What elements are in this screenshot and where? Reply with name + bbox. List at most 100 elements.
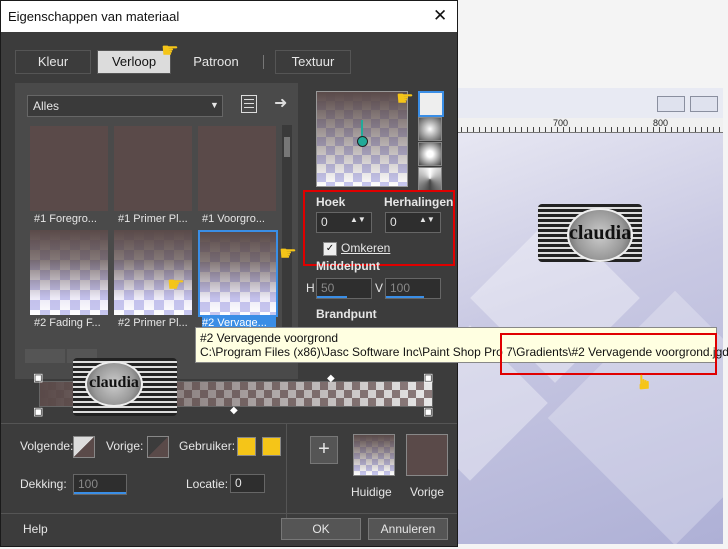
- pointing-hand-icon: ☛: [633, 373, 656, 391]
- v-slider-fill: [386, 296, 424, 298]
- hoek-label: Hoek: [316, 195, 346, 209]
- stop-marker-icon[interactable]: ▣: [423, 405, 433, 418]
- gebruiker-label: Gebruiker:: [179, 439, 236, 453]
- gradient-thumbnail[interactable]: [30, 230, 108, 315]
- locatie-label: Locatie:: [186, 477, 229, 491]
- stop-marker-icon[interactable]: ▣: [423, 371, 433, 384]
- vorige-swatch[interactable]: [147, 436, 169, 458]
- gradient-thumbnail-label: #1 Primer Pl...: [118, 213, 188, 225]
- h-spinbox[interactable]: 50: [316, 278, 372, 299]
- minimize-icon[interactable]: [657, 96, 685, 112]
- volgende-swatch[interactable]: [73, 436, 95, 458]
- v-label: V: [375, 281, 384, 295]
- title-bar: Eigenschappen van materiaal ✕: [1, 1, 457, 32]
- omkeren-label: Omkeren: [341, 241, 391, 255]
- gradient-thumbnail[interactable]: [30, 126, 108, 211]
- vorige-material-label: Vorige: [410, 485, 445, 499]
- watermark-logo-text: claudia: [567, 208, 633, 262]
- material-properties-dialog: Eigenschappen van materiaal ✕ Kleur Verl…: [0, 0, 458, 547]
- midpoint-marker-icon[interactable]: ◆: [230, 405, 238, 416]
- dekking-slider-fill: [74, 492, 126, 494]
- category-dropdown-value: Alles: [33, 99, 60, 113]
- gradient-thumbnail-label: #2 Primer Pl...: [118, 317, 188, 329]
- tab-patroon[interactable]: Patroon: [177, 50, 255, 74]
- gradient-center-point[interactable]: [357, 136, 368, 147]
- hoek-value: 0: [321, 215, 328, 229]
- help-link[interactable]: Help: [23, 522, 48, 536]
- stop-marker-icon[interactable]: ▣: [33, 371, 43, 384]
- scrollbar-thumb[interactable]: [284, 137, 290, 157]
- sunburst-style-button[interactable]: [418, 142, 442, 166]
- ok-button[interactable]: OK: [281, 518, 361, 540]
- dekking-value: 100: [78, 477, 99, 491]
- ruler: [455, 118, 723, 133]
- watermark-logo-text: claudia: [85, 361, 143, 407]
- hoek-spinbox[interactable]: 0 ▲▼: [316, 212, 372, 233]
- gradient-thumbnail[interactable]: [114, 126, 192, 211]
- v-value: 100: [390, 281, 411, 295]
- gradient-thumbnail-label: #2 Fading F...: [34, 317, 101, 329]
- gradient-thumbnail-label: #1 Voorgro...: [202, 213, 265, 225]
- category-dropdown[interactable]: Alles ▼: [27, 95, 223, 117]
- window-title: Eigenschappen van materiaal: [8, 9, 180, 24]
- herhalingen-value: 0: [390, 215, 397, 229]
- arrow-right-icon[interactable]: ➜: [274, 93, 287, 113]
- stop-marker-icon[interactable]: ▣: [33, 405, 43, 418]
- gebruiker-swatch[interactable]: [262, 437, 281, 456]
- h-label: H: [306, 281, 315, 295]
- huidige-swatch[interactable]: [353, 434, 395, 476]
- middelpunt-label: Middelpunt: [316, 259, 380, 273]
- spin-arrows-icon[interactable]: ▲▼: [350, 215, 366, 224]
- herhalingen-spinbox[interactable]: 0 ▲▼: [385, 212, 441, 233]
- pointing-hand-icon: ☛: [167, 274, 185, 296]
- locatie-input[interactable]: 0: [230, 474, 265, 493]
- locatie-value: 0: [235, 476, 242, 490]
- h-slider-fill: [317, 296, 347, 298]
- v-spinbox[interactable]: 100: [385, 278, 441, 299]
- divider: [1, 513, 457, 514]
- small-button[interactable]: [25, 349, 65, 363]
- gebruiker-swatch[interactable]: [237, 437, 256, 456]
- tab-textuur[interactable]: Textuur: [275, 50, 351, 74]
- spin-arrows-icon[interactable]: ▲▼: [419, 215, 435, 224]
- gradient-thumbnail[interactable]: [198, 126, 276, 211]
- tab-kleur[interactable]: Kleur: [15, 50, 91, 74]
- close-icon[interactable]: ✕: [433, 6, 447, 26]
- gradient-thumbnail-selected[interactable]: [198, 230, 278, 317]
- divider: [286, 424, 287, 522]
- tab-verloop[interactable]: Verloop: [97, 50, 171, 74]
- ruler-label: 800: [653, 118, 669, 128]
- radial-style-button[interactable]: [418, 167, 442, 191]
- list-view-icon[interactable]: [241, 95, 257, 113]
- gradient-thumbnail-label: #1 Foregro...: [34, 213, 97, 225]
- linear-style-button[interactable]: [418, 91, 444, 117]
- volgende-label: Volgende:: [20, 439, 74, 453]
- dekking-label: Dekking:: [20, 477, 67, 491]
- annuleren-button[interactable]: Annuleren: [368, 518, 448, 540]
- vorige-label: Vorige:: [106, 439, 144, 453]
- omkeren-checkbox[interactable]: ✓: [323, 242, 337, 256]
- highlight-box: [500, 333, 717, 375]
- maximize-icon[interactable]: [690, 96, 718, 112]
- pointing-hand-icon: ☛: [161, 40, 179, 62]
- add-icon[interactable]: +: [310, 436, 338, 464]
- rectangular-style-button[interactable]: [418, 117, 442, 141]
- ruler-label: 700: [553, 118, 569, 128]
- pointing-hand-icon: ☛: [279, 243, 297, 265]
- dekking-spinbox[interactable]: 100: [73, 474, 127, 495]
- midpoint-marker-icon[interactable]: ◆: [327, 373, 335, 384]
- vorige-material-swatch[interactable]: [406, 434, 448, 476]
- gradient-thumbnail[interactable]: [114, 230, 192, 315]
- tooltip-path-dir: C:\Program Files (x86)\Jasc Software Inc…: [200, 345, 517, 359]
- brandpunt-label: Brandpunt: [316, 307, 377, 321]
- gradient-preview[interactable]: [316, 91, 408, 187]
- herhalingen-label: Herhalingen: [384, 195, 454, 209]
- background-canvas: [455, 88, 723, 544]
- tab-divider: [263, 55, 264, 69]
- huidige-label: Huidige: [351, 485, 392, 499]
- h-value: 50: [321, 281, 335, 295]
- scrollbar[interactable]: [282, 125, 292, 331]
- divider: [1, 423, 457, 424]
- chevron-down-icon: ▼: [210, 100, 219, 110]
- pointing-hand-icon: ☛: [396, 88, 414, 110]
